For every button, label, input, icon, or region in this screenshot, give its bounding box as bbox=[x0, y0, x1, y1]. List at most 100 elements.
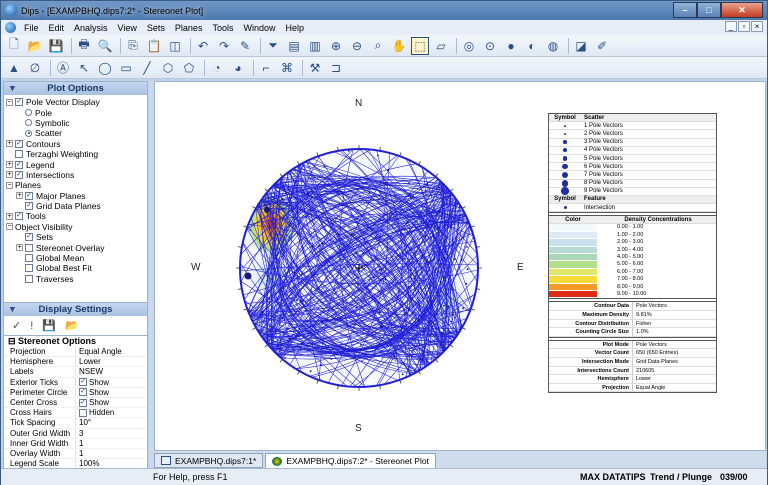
print-icon[interactable]: 🖶 bbox=[75, 37, 93, 55]
filter-icon[interactable]: ⏷ bbox=[264, 37, 282, 55]
display-settings-header[interactable]: ▾ Display Settings bbox=[4, 303, 147, 316]
set-from-cluster-icon[interactable]: ⌘ bbox=[278, 59, 296, 77]
property-value[interactable]: ✓ Show bbox=[76, 378, 109, 387]
cone-icon[interactable]: ▲ bbox=[5, 59, 23, 77]
paste-icon[interactable]: 📋 bbox=[145, 37, 163, 55]
minimize-button[interactable]: – bbox=[673, 2, 697, 18]
edit-planes-icon[interactable]: ✐ bbox=[593, 37, 611, 55]
rosette-icon[interactable]: ◍ bbox=[544, 37, 562, 55]
tree-item[interactable]: ✓ Sets bbox=[6, 232, 147, 242]
checkbox[interactable] bbox=[15, 150, 23, 159]
copy-icon[interactable]: ⎘ bbox=[124, 37, 142, 55]
menu-help[interactable]: Help bbox=[280, 23, 309, 33]
redo-icon[interactable]: ↷ bbox=[215, 37, 233, 55]
add-window-icon[interactable]: ◔ bbox=[208, 59, 226, 77]
property-value[interactable]: NSEW bbox=[76, 367, 103, 376]
tree-item[interactable]: + ✓ Legend bbox=[6, 159, 147, 170]
expand-toggle-icon[interactable]: + bbox=[6, 171, 13, 179]
expand-toggle-icon[interactable]: − bbox=[6, 223, 13, 231]
pan-hand-icon[interactable]: ✋ bbox=[390, 37, 408, 55]
checkbox[interactable]: ✓ bbox=[15, 170, 23, 179]
define-set-window-icon[interactable]: ⌐ bbox=[257, 59, 275, 77]
menu-planes[interactable]: Planes bbox=[170, 23, 208, 33]
collapse-chevron-icon[interactable]: ▾ bbox=[10, 303, 15, 316]
checkbox[interactable]: ✓ bbox=[25, 202, 33, 211]
expand-toggle-icon[interactable]: + bbox=[6, 161, 13, 169]
load-settings-icon[interactable]: 📂 bbox=[65, 319, 79, 332]
spreadsheet-icon[interactable]: ▤ bbox=[285, 37, 303, 55]
tree-item[interactable]: + ✓ Major Planes bbox=[6, 191, 147, 201]
menu-edit[interactable]: Edit bbox=[44, 23, 70, 33]
radio-button[interactable] bbox=[25, 129, 32, 137]
collapse-chevron-icon[interactable]: ▾ bbox=[10, 82, 15, 95]
tree-item[interactable]: Terzaghi Weighting bbox=[6, 149, 147, 159]
property-row[interactable]: Projection Equal Angle bbox=[4, 347, 147, 358]
print-preview-icon[interactable]: 🔍 bbox=[96, 37, 114, 55]
mdi-minimize-button[interactable]: _ bbox=[725, 21, 737, 32]
property-checkbox[interactable]: ✓ bbox=[79, 378, 87, 387]
save-icon[interactable]: 💾 bbox=[47, 37, 65, 55]
tree-item[interactable]: Global Best Fit bbox=[6, 263, 147, 273]
menu-file[interactable]: File bbox=[19, 23, 44, 33]
radio-button[interactable] bbox=[25, 119, 32, 127]
checkbox[interactable] bbox=[25, 254, 33, 263]
close-button[interactable]: ✕ bbox=[721, 2, 763, 18]
stereonet-legend[interactable]: Symbol Scatter 1 Pole Vectors 2 Pole Vecto… bbox=[548, 113, 717, 394]
property-checkbox[interactable]: ✓ bbox=[79, 388, 87, 397]
property-row[interactable]: Cross Hairs Hidden bbox=[4, 408, 147, 419]
menu-tools[interactable]: Tools bbox=[207, 23, 238, 33]
expand-toggle-icon[interactable]: + bbox=[16, 244, 23, 252]
document-icon[interactable] bbox=[5, 22, 16, 33]
property-value[interactable]: 100% bbox=[76, 459, 99, 468]
open-folder-icon[interactable]: 📂 bbox=[26, 37, 44, 55]
property-section-header[interactable]: ⊟ Stereonet Options bbox=[4, 336, 147, 347]
rectangle-icon[interactable]: ▭ bbox=[117, 59, 135, 77]
save-settings-icon[interactable]: 💾 bbox=[42, 319, 56, 332]
property-checkbox[interactable]: ✓ bbox=[79, 398, 87, 407]
apply-check-icon[interactable]: ✓ bbox=[12, 319, 21, 332]
zoom-out-icon[interactable]: ⊖ bbox=[348, 37, 366, 55]
set-window-icon[interactable]: ⊐ bbox=[327, 59, 345, 77]
checkbox[interactable] bbox=[25, 243, 33, 252]
menu-sets[interactable]: Sets bbox=[142, 23, 170, 33]
tree-item[interactable]: + ✓ Tools bbox=[6, 211, 147, 221]
qualitative-icon[interactable]: ◪ bbox=[572, 37, 590, 55]
tree-item[interactable]: Scatter bbox=[6, 128, 147, 138]
property-row[interactable]: Center Cross ✓ Show bbox=[4, 397, 147, 409]
expand-toggle-icon[interactable]: − bbox=[6, 181, 13, 189]
plot-options-header[interactable]: ▾ Plot Options bbox=[4, 82, 147, 95]
property-value[interactable]: 1 bbox=[76, 439, 83, 448]
property-value[interactable]: 3 bbox=[76, 429, 83, 438]
tree-item[interactable]: Pole bbox=[6, 107, 147, 118]
undo-icon[interactable]: ↶ bbox=[194, 37, 212, 55]
mdi-restore-button[interactable]: ▫ bbox=[738, 21, 750, 32]
checkbox[interactable]: ✓ bbox=[15, 139, 23, 148]
zoom-in-icon[interactable]: ⊕ bbox=[327, 37, 345, 55]
tree-item[interactable]: − Object Visibility bbox=[6, 222, 147, 232]
dips-app-icon[interactable] bbox=[5, 4, 17, 16]
polygon-icon[interactable]: ⬡ bbox=[159, 59, 177, 77]
maximize-button[interactable]: □ bbox=[697, 2, 721, 18]
property-value[interactable]: Lower bbox=[76, 357, 101, 366]
scatter-plot-icon[interactable]: ⊙ bbox=[481, 37, 499, 55]
property-row[interactable]: Overlay Width 1 bbox=[4, 448, 147, 460]
new-file-icon[interactable]: 🗋 bbox=[5, 37, 23, 55]
property-row[interactable]: Exterior Ticks ✓ Show bbox=[4, 377, 147, 388]
property-row[interactable]: Inner Grid Width 1 bbox=[4, 438, 147, 449]
mdi-close-button[interactable]: × bbox=[751, 21, 763, 32]
expand-toggle-icon[interactable]: + bbox=[6, 212, 13, 220]
pen-icon[interactable]: ✎ bbox=[236, 37, 254, 55]
ellipse-icon[interactable]: ◯ bbox=[96, 59, 114, 77]
checkbox[interactable] bbox=[25, 274, 33, 283]
property-value[interactable]: Equal Angle bbox=[76, 347, 122, 356]
checkbox[interactable]: ✓ bbox=[25, 233, 33, 242]
tree-item[interactable]: + ✓ Contours bbox=[6, 139, 147, 149]
menu-analysis[interactable]: Analysis bbox=[69, 23, 113, 33]
checkbox[interactable]: ✓ bbox=[15, 98, 23, 107]
checkbox[interactable]: ✓ bbox=[15, 160, 23, 169]
property-value[interactable]: Hidden bbox=[76, 408, 114, 417]
empty-set-icon[interactable]: ∅ bbox=[26, 59, 44, 77]
checkbox[interactable] bbox=[25, 264, 33, 273]
property-row[interactable]: Labels NSEW bbox=[4, 367, 147, 378]
polyline-icon[interactable]: ⬠ bbox=[180, 59, 198, 77]
